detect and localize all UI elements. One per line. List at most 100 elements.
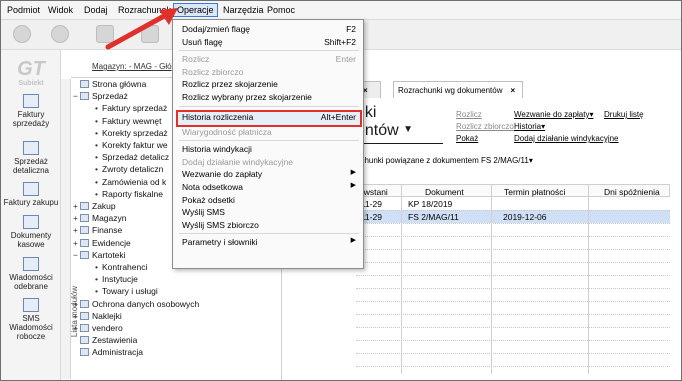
tree-item[interactable]: • Raporty fiskalne — [95, 189, 163, 199]
tree-item[interactable]: Strona główna — [73, 79, 146, 89]
menu-pomoc[interactable]: Pomoc — [267, 5, 295, 15]
expand-toggle-icon[interactable]: + — [73, 299, 80, 309]
menu-item-pokaz-odsetki[interactable]: Pokaż odsetki — [174, 194, 362, 207]
grid-line — [356, 314, 670, 315]
menu-narzedzia[interactable]: Narzędzia — [223, 5, 264, 15]
link-rozlicz-zbiorczo[interactable]: Rozlicz zbiorczo — [456, 122, 514, 131]
tree-item[interactable]: + Ewidencje — [73, 238, 131, 248]
grid-line — [356, 366, 670, 367]
module-list-tab[interactable]: Lista modułów — [61, 79, 79, 379]
tree-item[interactable]: + Naklejki — [73, 311, 122, 321]
bullet-icon: • — [95, 164, 98, 175]
tree-item-label: Administracja — [92, 347, 144, 358]
menu-item-historia-rozliczenia[interactable]: Historia rozliczenia Alt+Enter — [174, 111, 362, 124]
menu-podmiot[interactable]: Podmiot — [7, 5, 40, 15]
tree-item[interactable]: Administracja — [73, 347, 143, 357]
folder-icon — [80, 324, 89, 332]
menu-item-usun-flage[interactable]: Usuń flagę Shift+F2 — [174, 36, 362, 49]
expand-toggle-icon[interactable]: + — [73, 323, 80, 333]
nav-dokumenty-kasowe[interactable]: Dokumenty kasowe — [1, 215, 61, 249]
expand-toggle-icon[interactable]: + — [73, 311, 80, 321]
link-drukuj-liste[interactable]: Drukuj listę — [604, 110, 644, 119]
menu-item-rozlicz: Rozlicz Enter — [182, 54, 356, 65]
tree-item-label: Sprzedaż detalicz — [102, 152, 170, 163]
folder-icon — [80, 202, 89, 210]
tree-item[interactable]: • Sprzedaż detalicz — [95, 152, 169, 162]
expand-toggle-icon[interactable]: − — [73, 91, 80, 101]
tree-item[interactable]: + Finanse — [73, 225, 122, 235]
table-row-selected[interactable]: -11-29 FS 2/MAG/11 2019-12-06 — [356, 210, 670, 223]
toolbar-forward-icon[interactable] — [51, 25, 69, 43]
submenu-arrow-icon: ▶ — [350, 237, 356, 245]
folder-icon — [80, 238, 89, 247]
menu-item-parametry-i-s-owniki[interactable]: Parametry i słowniki ▶ — [174, 236, 362, 249]
nav-faktury-sprzedazy[interactable]: Faktury sprzedaży — [1, 94, 61, 128]
chevron-down-icon: ▾ — [589, 110, 594, 119]
warehouse-selector[interactable]: Magazyn: - MAG - Głó — [92, 62, 172, 71]
column-header-document[interactable]: Dokument — [425, 187, 464, 197]
menu-item-historia-windykacji[interactable]: Historia windykacji — [174, 143, 362, 156]
tree-item[interactable]: • Zamówienia od k — [95, 177, 166, 187]
tree-item[interactable]: − Sprzedaż — [73, 91, 128, 101]
tree-item[interactable]: + Ochrona danych osobowych — [73, 299, 199, 309]
expand-toggle-icon[interactable]: + — [73, 213, 80, 223]
link-wezwanie[interactable]: Wezwanie do zapłaty▾ — [514, 110, 593, 119]
sms-icon — [23, 298, 39, 312]
nav-sprzedaz-detaliczna[interactable]: Sprzedaż detaliczna — [1, 141, 61, 175]
tree-item[interactable]: • Towary i usługi — [95, 286, 158, 296]
menu-widok[interactable]: Widok — [48, 5, 73, 15]
menu-item-wyslij-sms[interactable]: Wyślij SMS — [174, 206, 362, 219]
expand-toggle-icon[interactable]: + — [73, 238, 80, 248]
tree-item[interactable]: • Instytucje — [95, 274, 138, 284]
chevron-down-icon[interactable]: ▼ — [403, 124, 413, 135]
tree-item[interactable]: • Zwroty detaliczn — [95, 164, 163, 174]
tree-item[interactable]: • Korekty sprzedaż — [95, 128, 168, 138]
menu-item-wyslij-sms-zbiorczo[interactable]: Wyślij SMS zbiorczo — [174, 219, 362, 232]
shortcut-label: Alt+Enter — [320, 111, 356, 122]
tree-item[interactable]: − Kartoteki — [73, 250, 126, 260]
menu-item-rozlicz-przez-skojarzenie[interactable]: Rozlicz przez skojarzenie — [174, 78, 362, 91]
tree-item[interactable]: • Faktury wewnęt — [95, 116, 162, 126]
expand-toggle-icon[interactable]: + — [73, 201, 80, 211]
tree-item-label: Zamówienia od k — [102, 176, 167, 187]
tree-item[interactable]: • Korekty faktur we — [95, 140, 168, 150]
close-icon[interactable]: × — [511, 86, 516, 95]
expand-toggle-icon[interactable]: + — [73, 225, 80, 235]
module-nav: GT Subiekt Faktury sprzedaży Sprzedaż de… — [1, 50, 61, 380]
tree-item[interactable]: + Zakup — [73, 201, 116, 211]
menu-item-nota-odsetkowa[interactable]: Nota odsetkowa ▶ — [174, 181, 362, 194]
expand-toggle-icon[interactable]: − — [73, 250, 80, 260]
grid-line — [356, 327, 670, 328]
pointer-arrow — [105, 8, 178, 50]
tree-item-label: Zakup — [92, 201, 116, 211]
tree-item[interactable]: + Magazyn — [73, 213, 127, 223]
menu-item-wezwanie-do-zap-aty[interactable]: Wezwanie do zapłaty ▶ — [174, 168, 362, 181]
link-dodaj-dzialanie[interactable]: Dodaj działanie windykacyjne — [514, 134, 619, 143]
toolbar-back-icon[interactable] — [13, 25, 31, 43]
column-header-due-date[interactable]: Termin płatności — [504, 187, 565, 197]
table-row[interactable]: -11-29 KP 18/2019 — [356, 197, 670, 210]
tree-item[interactable]: + vendero — [73, 323, 123, 333]
menu-separator — [179, 233, 359, 235]
column-header-days-late[interactable]: Dni spóźnienia — [604, 187, 660, 197]
nav-faktury-zakupu[interactable]: Faktury zakupu — [1, 182, 61, 207]
related-documents-label[interactable]: achunki powiązane z dokumentem FS 2/MAG/… — [356, 156, 533, 165]
menu-item-rozlicz-wybrany-przez-skojarzenie[interactable]: Rozlicz wybrany przez skojarzenie — [174, 91, 362, 104]
link-rozlicz[interactable]: Rozlicz — [456, 110, 482, 119]
link-pokaz[interactable]: Pokaż — [456, 134, 478, 143]
menu-item-dodaj-zmien-flage[interactable]: Dodaj/zmień flagę F2 — [174, 23, 362, 36]
chevron-down-icon: ▾ — [528, 156, 533, 165]
link-historia[interactable]: Historia▾ — [514, 122, 545, 131]
tree-item[interactable]: • Kontrahenci — [95, 262, 147, 272]
operacje-menu: Dodaj/zmień flagę F2 Usuń flagę Shift+F2 Roz… — [172, 19, 364, 269]
grid-line — [356, 210, 670, 211]
tree-item[interactable]: Zestawienia — [73, 335, 137, 345]
nav-wiadomosci-odebrane[interactable]: Wiadomości odebrane — [1, 257, 61, 291]
tab-rozrachunki-wg-dokumentow[interactable]: Rozrachunki wg dokumentów × — [393, 81, 523, 98]
tree-item-label: Korekty sprzedaż — [102, 127, 168, 138]
tree-item[interactable]: • Faktury sprzedaż — [95, 103, 167, 113]
inbox-icon — [23, 257, 39, 271]
nav-sms-robocze[interactable]: SMS Wiadomości robocze — [1, 298, 61, 341]
tree-item-label: Faktury wewnęt — [102, 115, 162, 126]
folder-icon — [80, 214, 89, 223]
